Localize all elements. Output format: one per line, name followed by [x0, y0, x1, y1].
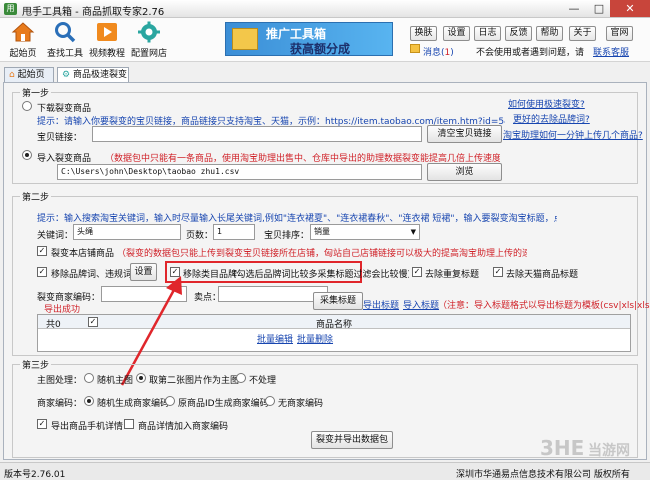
- export-mobile-checkbox[interactable]: ✓: [37, 419, 47, 429]
- grid-select-all-checkbox[interactable]: ✓: [88, 317, 98, 327]
- gift-icon: [232, 28, 258, 50]
- remove-dup-label: 去除重复标题: [425, 270, 480, 280]
- pages-label: 页数：: [186, 231, 214, 241]
- fission-export-button[interactable]: 裂变并导出数据包: [311, 431, 393, 449]
- code-none-label: 无商家编码: [278, 399, 324, 409]
- feedback-button[interactable]: 反馈: [505, 26, 532, 41]
- store-config-icon: [136, 20, 162, 44]
- import-title-link[interactable]: 导入标题: [403, 298, 439, 311]
- browse-button[interactable]: 浏览: [427, 163, 502, 181]
- fission-shop-note: （裂变的数据包只能上传到裂变宝贝链接所在店铺，匈站自己店铺链接可以极大的提高淘宝…: [117, 249, 527, 259]
- no-prompt-text: 不会使用或者遇到问题，请: [476, 48, 585, 58]
- remove-brand-checkbox[interactable]: ✓: [37, 267, 47, 277]
- product-link-input[interactable]: [92, 126, 422, 142]
- toolbar-video-tutorial[interactable]: 视频教程: [84, 20, 130, 60]
- contact-support-link[interactable]: 联系客服: [593, 45, 629, 58]
- message-link[interactable]: 消息(1): [423, 45, 454, 58]
- fission-shop-checkbox[interactable]: ✓: [37, 246, 47, 256]
- option-import-label: 导入裂变商品: [37, 154, 92, 164]
- tab-start-page[interactable]: ⌂ 起始页: [4, 67, 54, 83]
- export-title-link[interactable]: 导出标题: [363, 298, 399, 311]
- watermark-text: 当游网: [588, 443, 630, 459]
- grid-col-title: 商品名称: [316, 320, 353, 330]
- close-button[interactable]: ✕: [610, 0, 650, 17]
- title-bar: 用 甩手工具箱 - 商品抓取专家2.76 — □ ✕: [0, 0, 650, 18]
- envelope-icon: [410, 44, 420, 53]
- sort-select[interactable]: 销量 ▼: [310, 224, 420, 240]
- step3-title: 第三步: [20, 358, 52, 371]
- radio-main-second[interactable]: [136, 373, 146, 383]
- remove-dup-checkbox[interactable]: ✓: [412, 267, 422, 277]
- help-link-fission[interactable]: 如何使用极速裂变?: [508, 97, 585, 110]
- collect-title-button[interactable]: 采集标题: [313, 292, 363, 310]
- watermark-logo: 3HE: [540, 436, 585, 460]
- remove-tmall-label: 去除天猫商品标题: [506, 270, 579, 280]
- step2-hint: 提示：输入搜索淘宝关键词，输入时尽量输入长尾关键词,例如"连衣裙夏"、"连衣裙春…: [37, 214, 557, 224]
- batch-edit-link[interactable]: 批量编辑: [257, 332, 293, 345]
- radio-code-id[interactable]: [165, 396, 175, 406]
- import-title-note: （注意：导入标题格式以导出标题为模板(csv|xls|xlsx)）: [438, 301, 650, 311]
- selling-input[interactable]: [218, 286, 328, 302]
- radio-code-random[interactable]: [84, 396, 94, 406]
- merchant-code-label-3: 商家编码：: [37, 399, 83, 409]
- toolbar-start-page[interactable]: 起始页: [0, 20, 46, 60]
- search-icon: [52, 20, 78, 44]
- log-button[interactable]: 日志: [474, 26, 501, 41]
- help-link-upload[interactable]: 淘宝助理如何一分钟上传几个商品?: [503, 128, 643, 141]
- help-link-brand[interactable]: 更好的去除品牌词?: [513, 112, 590, 125]
- status-bar: 版本号2.76.01 深圳市华通易点信息技术有限公司 版权所有: [0, 462, 650, 480]
- detail-code-checkbox[interactable]: [124, 419, 134, 429]
- pages-input[interactable]: 1: [213, 224, 255, 240]
- promo-banner[interactable]: 推广工具箱 获高额分成: [225, 22, 393, 56]
- company-text: 深圳市华通易点信息技术有限公司 版权所有: [456, 470, 630, 480]
- link-label: 宝贝链接：: [37, 133, 83, 143]
- step1-title: 第一步: [20, 86, 52, 99]
- maximize-button[interactable]: □: [587, 0, 611, 17]
- step2-title: 第二步: [20, 190, 52, 203]
- keyword-input[interactable]: 头绳: [73, 224, 181, 240]
- website-button[interactable]: 官网: [606, 26, 633, 41]
- batch-delete-link[interactable]: 批量删除: [297, 332, 333, 345]
- settings-button[interactable]: 设置: [443, 26, 470, 41]
- radio-code-none[interactable]: [265, 396, 275, 406]
- grid-count: 共0: [46, 320, 61, 330]
- version-text: 版本号2.76.01: [4, 470, 66, 480]
- detail-code-label: 商品详情加入商家编码: [138, 422, 229, 432]
- minimize-button[interactable]: —: [562, 0, 586, 17]
- about-button[interactable]: 关于: [569, 26, 596, 41]
- option-download-label: 下载裂变商品: [37, 104, 92, 114]
- tab-product-fission[interactable]: ⚙ 商品极速裂变: [57, 67, 129, 83]
- code-random-label: 随机生成商家编码: [97, 399, 170, 409]
- sort-label: 宝贝排序：: [264, 231, 310, 241]
- code-id-label: 原商品ID生成商家编码: [178, 399, 269, 409]
- skin-button[interactable]: 换肤: [410, 26, 437, 41]
- main-random-label: 随机主图: [97, 376, 134, 386]
- import-path-input[interactable]: C:\Users\john\Desktop\taobao zhu1.csv: [57, 164, 422, 180]
- fission-shop-label: 裂变本店铺商品: [51, 249, 115, 259]
- main-image-label: 主图处理：: [37, 376, 83, 386]
- main-none-label: 不处理: [249, 376, 277, 386]
- home-icon: [10, 20, 36, 44]
- home-icon: ⌂: [9, 70, 15, 80]
- radio-main-random[interactable]: [84, 373, 94, 383]
- window-title: 甩手工具箱 - 商品抓取专家2.76: [22, 7, 165, 18]
- export-mobile-label: 导出商品手机详情: [51, 422, 124, 432]
- clear-link-button[interactable]: 清空宝贝链接: [427, 125, 502, 143]
- app-icon: 用: [4, 3, 17, 15]
- store-config-icon: ⚙: [62, 70, 71, 80]
- remove-tmall-checkbox[interactable]: ✓: [493, 267, 503, 277]
- chevron-down-icon: ▼: [410, 228, 416, 236]
- video-icon: [94, 20, 120, 44]
- radio-main-none[interactable]: [236, 373, 246, 383]
- toolbar-config-store[interactable]: 配置网店: [126, 20, 172, 60]
- radio-import[interactable]: [22, 150, 32, 160]
- help-button[interactable]: 帮助: [536, 26, 563, 41]
- keyword-label: 关键词：: [37, 231, 74, 241]
- main-second-label: 取第二张图片作为主图: [149, 376, 240, 386]
- toolbar: 起始页 查找工具 视频教程 配置网店 推广工具箱 获高额分成 换肤 设置 日志 …: [0, 18, 650, 62]
- radio-download[interactable]: [22, 101, 32, 111]
- toolbar-find-tools[interactable]: 查找工具: [42, 20, 88, 60]
- remove-category-note: (勾选后品牌词比较多采集标题过滤会比较慢): [233, 270, 409, 280]
